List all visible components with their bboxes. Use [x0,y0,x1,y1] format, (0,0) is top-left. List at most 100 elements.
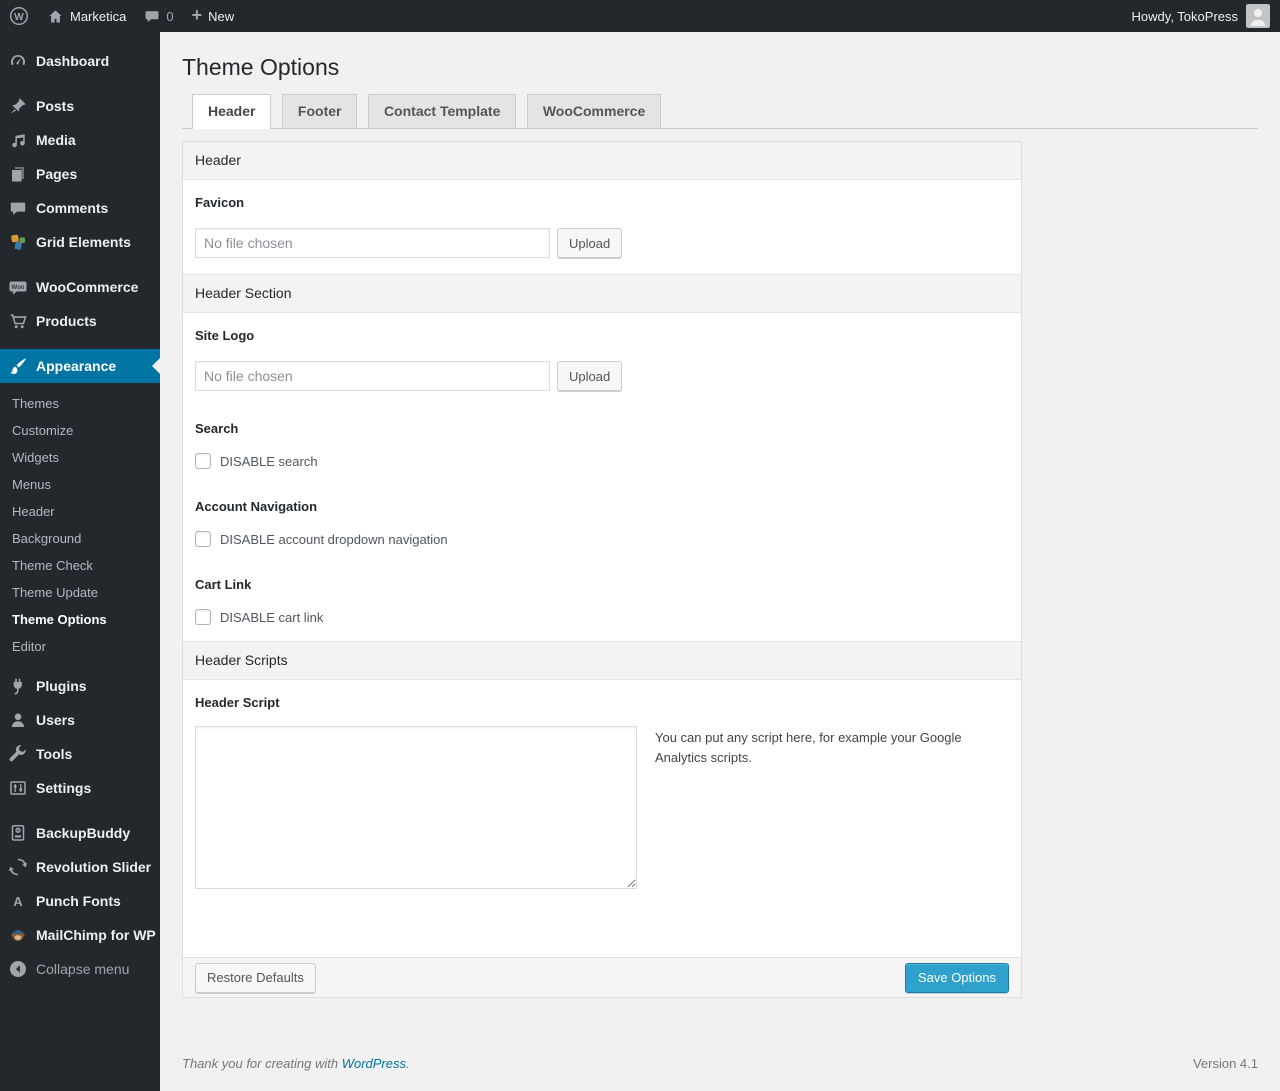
sidebar-item-label: MailChimp for WP [36,927,156,943]
home-icon [47,8,64,25]
sidebar-item-punch-fonts[interactable]: A Punch Fonts [0,884,160,918]
header-script-textarea[interactable] [195,726,637,889]
sidebar-item-label: Users [36,712,75,728]
submenu-label: Themes [12,396,59,411]
svg-text:Woo: Woo [12,285,25,291]
sidebar-item-label: Grid Elements [36,234,131,250]
sidebar-item-theme-options[interactable]: Theme Options [0,606,160,633]
settings-sliders-icon [8,778,28,798]
sidebar-item-menus[interactable]: Menus [0,471,160,498]
sidebar-item-dashboard[interactable]: Dashboard [0,44,160,78]
sidebar-item-comments[interactable]: Comments [0,191,160,225]
section-body-header-scripts: Header Script You can put any script her… [183,695,1021,957]
sidebar-item-media[interactable]: Media [0,123,160,157]
sidebar-item-tools[interactable]: Tools [0,737,160,771]
tab-footer[interactable]: Footer [281,94,358,128]
restore-defaults-button[interactable]: Restore Defaults [195,962,316,993]
sidebar-item-grid-elements[interactable]: Grid Elements [0,225,160,259]
admin-bar: W Marketica 0 + New Howdy, TokoPress [0,0,1280,32]
sidebar-item-revolution-slider[interactable]: Revolution Slider [0,850,160,884]
submenu-label: Background [12,531,82,546]
submenu-label: Customize [12,423,74,438]
site-logo-upload-button[interactable]: Upload [557,361,623,391]
sidebar-item-pages[interactable]: Pages [0,157,160,191]
sidebar-item-themes[interactable]: Themes [0,390,160,417]
svg-text:W: W [14,12,24,23]
sidebar-item-label: BackupBuddy [36,825,131,841]
sidebar-item-label: Products [36,313,97,329]
disable-search-row: DISABLE search [195,453,1009,469]
tab-bar: Header Footer Contact Template WooCommer… [182,94,1258,129]
section-header-header: Header [183,142,1021,180]
sidebar-item-background[interactable]: Background [0,525,160,552]
wordpress-logo-button[interactable]: W [0,0,38,32]
account-menu[interactable]: Howdy, TokoPress [1122,0,1280,32]
save-options-button[interactable]: Save Options [904,962,1009,993]
wordpress-link[interactable]: WordPress [342,1056,406,1071]
disable-search-label: DISABLE search [220,453,318,469]
disable-account-nav-checkbox[interactable] [195,531,211,547]
sidebar-item-users[interactable]: Users [0,703,160,737]
footer-thanks-text: Thank you for creating with [182,1056,339,1071]
menu-separator [0,805,160,816]
new-content-button[interactable]: + New [183,0,244,32]
account-navigation-label: Account Navigation [195,499,318,514]
sidebar-item-label: Posts [36,98,75,114]
sidebar-item-appearance[interactable]: Appearance [0,349,160,383]
disable-search-checkbox[interactable] [195,453,211,469]
disable-account-nav-label: DISABLE account dropdown navigation [220,531,448,547]
favicon-upload-button[interactable]: Upload [557,228,623,258]
sidebar-item-theme-update[interactable]: Theme Update [0,579,160,606]
sidebar-item-label: Tools [36,746,73,762]
collapse-menu-label: Collapse menu [36,961,130,977]
comments-bubble-link[interactable]: 0 [135,0,182,32]
site-logo-file-input[interactable] [195,361,550,391]
media-notes-icon [8,130,28,150]
sidebar-item-plugins[interactable]: Plugins [0,669,160,703]
appearance-submenu: Themes Customize Widgets Menus Header Ba… [0,383,160,669]
tab-contact-template[interactable]: Contact Template [367,94,517,128]
plus-icon: + [191,5,203,25]
sidebar-item-settings[interactable]: Settings [0,771,160,805]
sidebar-item-posts[interactable]: Posts [0,89,160,123]
sidebar-item-theme-check[interactable]: Theme Check [0,552,160,579]
sidebar-item-label: Punch Fonts [36,893,121,909]
sidebar-item-customize[interactable]: Customize [0,417,160,444]
disable-cart-link-checkbox[interactable] [195,609,211,625]
sidebar-item-editor[interactable]: Editor [0,633,160,660]
sidebar-item-label: Comments [36,200,109,216]
user-icon [8,710,28,730]
sidebar-item-products[interactable]: Products [0,304,160,338]
dashboard-gauge-icon [8,51,28,71]
menu-separator [0,78,160,89]
sidebar-item-backupbuddy[interactable]: BackupBuddy [0,816,160,850]
sidebar-item-label: Revolution Slider [36,859,152,875]
collapse-arrow-icon [8,959,28,979]
cart-icon [8,311,28,331]
sidebar-item-header[interactable]: Header [0,498,160,525]
avatar [1246,4,1270,28]
theme-options-panel: Header Favicon Upload Header Section Sit… [182,141,1022,998]
new-label: New [208,8,235,24]
sidebar-item-widgets[interactable]: Widgets [0,444,160,471]
tab-header[interactable]: Header [192,94,272,129]
sidebar-item-mailchimp[interactable]: MailChimp for WP [0,918,160,952]
sidebar-item-label: Appearance [36,358,117,374]
site-name-link[interactable]: Marketica [38,0,135,32]
section-header-header-section: Header Section [183,274,1021,313]
sidebar-item-woocommerce[interactable]: Woo WooCommerce [0,270,160,304]
site-name: Marketica [70,8,127,24]
collapse-menu-button[interactable]: Collapse menu [0,952,160,986]
favicon-file-input[interactable] [195,228,550,258]
wrench-icon [8,744,28,764]
disable-cart-link-label: DISABLE cart link [220,609,324,625]
tab-woocommerce[interactable]: WooCommerce [526,94,662,128]
sidebar-item-label: Plugins [36,678,87,694]
submenu-label: Theme Update [12,585,98,600]
wordpress-logo-icon: W [9,6,29,26]
submenu-label: Widgets [12,450,59,465]
header-script-help: You can put any script here, for example… [655,730,962,766]
woocommerce-badge-icon: Woo [8,277,28,297]
pages-icon [8,164,28,184]
